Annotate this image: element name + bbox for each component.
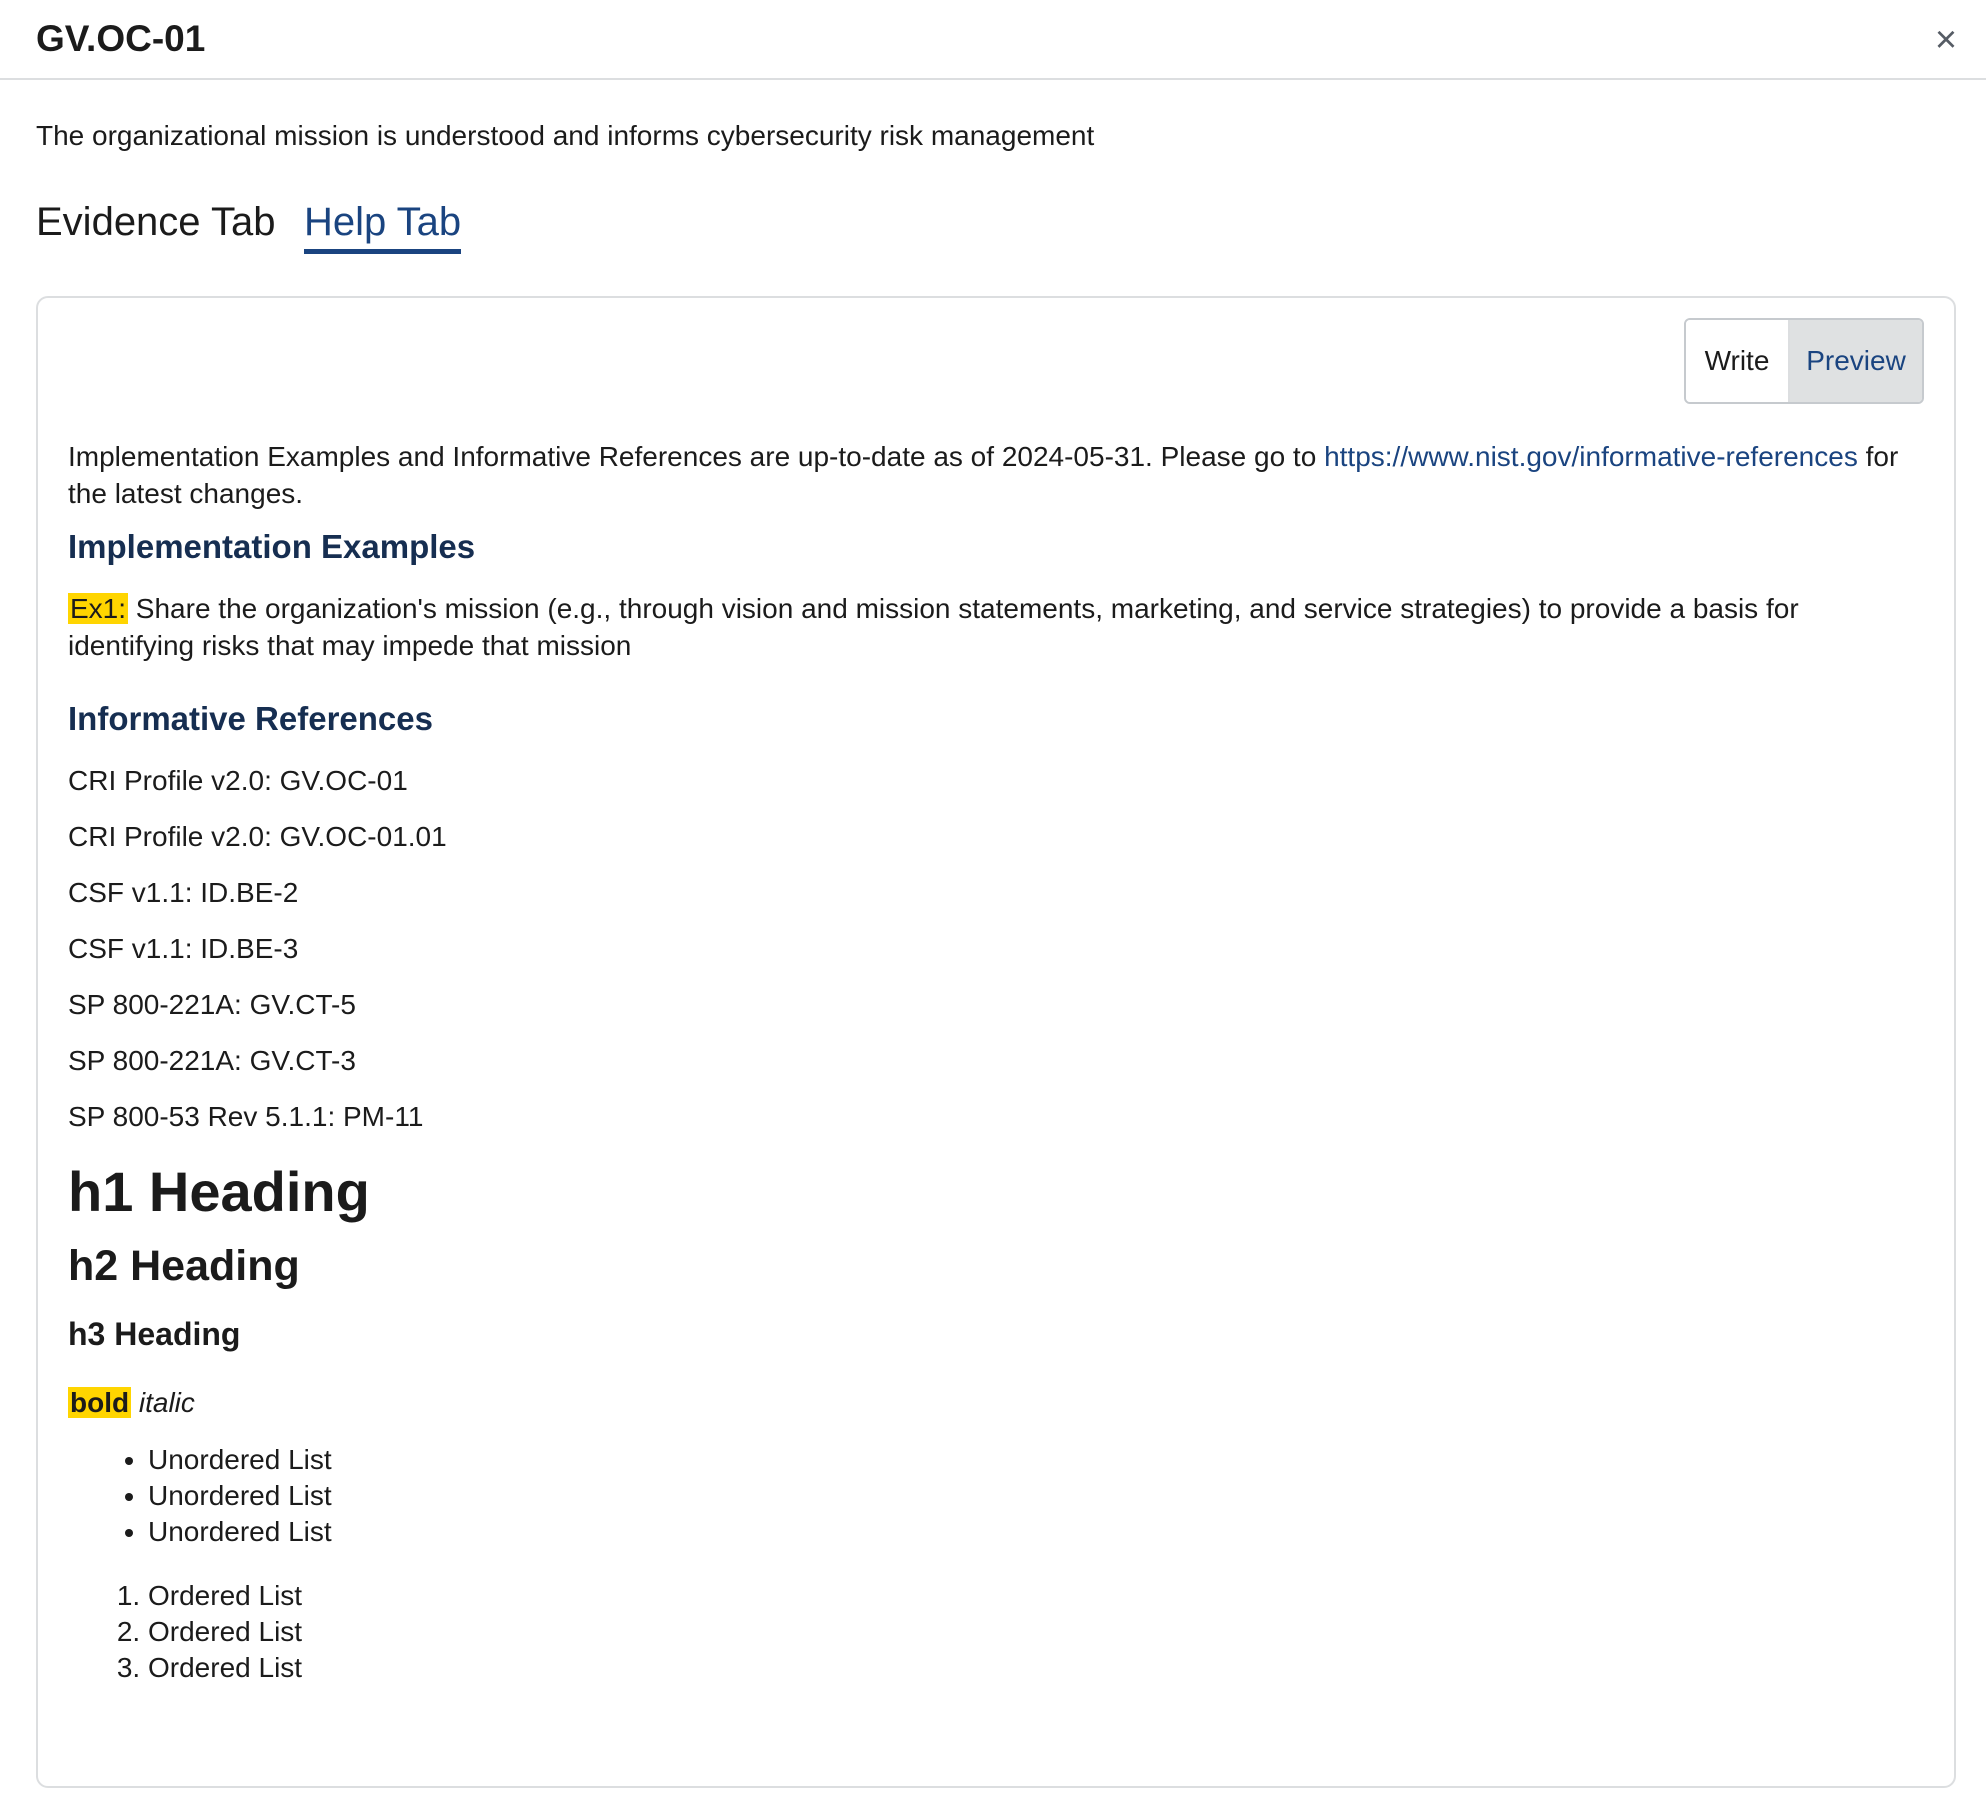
intro-text: Implementation Examples and Informative …: [68, 438, 1928, 512]
example-1: Ex1: Share the organization's mission (e…: [68, 590, 1928, 664]
intro-prefix: Implementation Examples and Informative …: [68, 441, 1325, 472]
ex1-label: Ex1:: [68, 593, 129, 624]
reference-item: SP 800-53 Rev 5.1.1: PM-11: [68, 1101, 424, 1132]
editor-panel: Write Preview Implementation Examples an…: [36, 296, 1956, 1788]
implementation-examples-heading: Implementation Examples: [68, 528, 476, 565]
list-item: Ordered List: [148, 1650, 302, 1686]
informative-references-heading: Informative References: [68, 700, 433, 737]
unordered-list: Unordered List Unordered List Unordered …: [68, 1442, 332, 1550]
italic-text: italic: [138, 1387, 195, 1418]
write-preview-toggle: Write Preview: [1684, 318, 1924, 404]
list-item: Unordered List: [148, 1478, 332, 1514]
modal-title: GV.OC-01: [36, 18, 206, 59]
reference-item: CRI Profile v2.0: GV.OC-01: [68, 765, 408, 796]
h1-heading: h1 Heading: [68, 1160, 370, 1223]
control-description: The organizational mission is understood…: [36, 120, 1095, 151]
reference-item: SP 800-221A: GV.CT-5: [68, 989, 356, 1020]
reference-item: SP 800-221A: GV.CT-3: [68, 1045, 356, 1076]
list-item: Unordered List: [148, 1514, 332, 1550]
informative-references-link[interactable]: https://www.nist.gov/informative-referen…: [1324, 441, 1858, 472]
list-item: Unordered List: [148, 1442, 332, 1478]
list-item: Ordered List: [148, 1614, 302, 1650]
ordered-list: Ordered List Ordered List Ordered List: [68, 1578, 302, 1686]
tab-evidence[interactable]: Evidence Tab: [36, 200, 275, 245]
ex1-text: Share the organization's mission (e.g., …: [68, 593, 1799, 661]
reference-item: CRI Profile v2.0: GV.OC-01.01: [68, 821, 447, 852]
write-button[interactable]: Write: [1686, 320, 1790, 402]
h3-heading: h3 Heading: [68, 1316, 241, 1352]
h2-heading: h2 Heading: [68, 1242, 300, 1290]
preview-button[interactable]: Preview: [1790, 320, 1922, 402]
reference-item: CSF v1.1: ID.BE-3: [68, 933, 299, 964]
reference-item: CSF v1.1: ID.BE-2: [68, 877, 299, 908]
modal-header: GV.OC-01 ×: [0, 0, 1986, 80]
bold-italic-line: bold italic: [68, 1384, 195, 1421]
close-icon[interactable]: ×: [1926, 18, 1966, 62]
tab-help[interactable]: Help Tab: [304, 200, 462, 254]
list-item: Ordered List: [148, 1578, 302, 1614]
bold-text: bold: [68, 1387, 132, 1418]
